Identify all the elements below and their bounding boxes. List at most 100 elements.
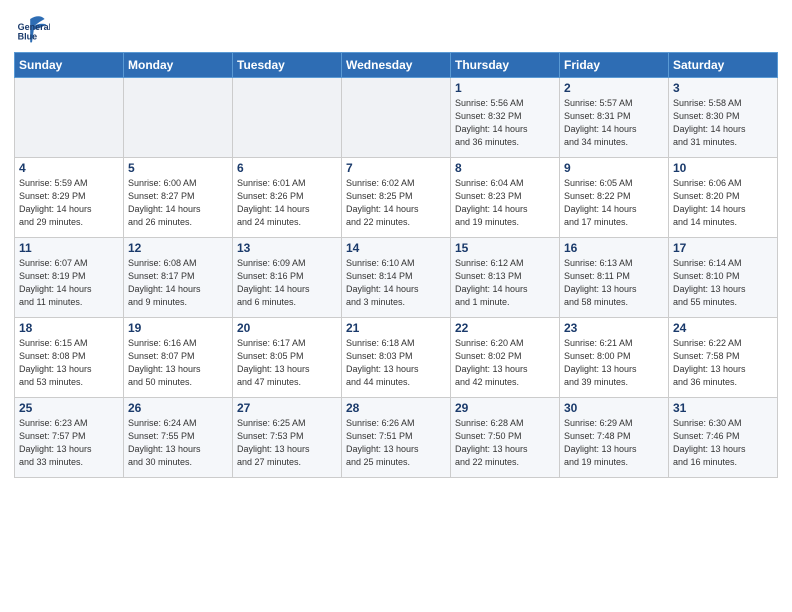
day-cell: 28 Sunrise: 6:26 AM Sunset: 7:51 PM Dayli… bbox=[342, 398, 451, 478]
day-number: 31 bbox=[673, 401, 773, 415]
day-number: 29 bbox=[455, 401, 555, 415]
logo-icon: General Blue bbox=[14, 10, 50, 46]
day-cell: 13Sunrise: 6:09 AM Sunset: 8:16 PM Dayli… bbox=[233, 238, 342, 318]
week-row-2: 4 Sunrise: 5:59 AM Sunset: 8:29 PM Daylig… bbox=[15, 158, 778, 238]
week-row-4: 18 Sunrise: 6:15 AM Sunset: 8:08 PM Dayli… bbox=[15, 318, 778, 398]
day-info: Sunrise: 6:14 AM Sunset: 8:10 PM Dayligh… bbox=[673, 257, 773, 309]
day-number: 30 bbox=[564, 401, 664, 415]
page-container: General Blue SundayMondayTuesdayWednesda… bbox=[0, 0, 792, 484]
day-number: 18 bbox=[19, 321, 119, 335]
day-info: Sunrise: 6:30 AM Sunset: 7:46 PM Dayligh… bbox=[673, 417, 773, 469]
day-info: Sunrise: 6:29 AM Sunset: 7:48 PM Dayligh… bbox=[564, 417, 664, 469]
day-cell: 9 Sunrise: 6:05 AM Sunset: 8:22 PM Daylig… bbox=[560, 158, 669, 238]
week-row-3: 11 Sunrise: 6:07 AM Sunset: 8:19 PM Dayli… bbox=[15, 238, 778, 318]
day-number: 4 bbox=[19, 161, 119, 175]
day-cell: 3Sunrise: 5:58 AM Sunset: 8:30 PM Daylig… bbox=[669, 78, 778, 158]
day-cell: 11 Sunrise: 6:07 AM Sunset: 8:19 PM Dayli… bbox=[15, 238, 124, 318]
page-header: General Blue bbox=[14, 10, 778, 46]
day-number: 20 bbox=[237, 321, 337, 335]
day-info: Sunrise: 5:59 AM Sunset: 8:29 PM Dayligh… bbox=[19, 177, 119, 229]
day-info: Sunrise: 6:18 AM Sunset: 8:03 PM Dayligh… bbox=[346, 337, 446, 389]
day-number: 2 bbox=[564, 81, 664, 95]
day-info: Sunrise: 6:20 AM Sunset: 8:02 PM Dayligh… bbox=[455, 337, 555, 389]
day-number: 17 bbox=[673, 241, 773, 255]
day-cell: 21 Sunrise: 6:18 AM Sunset: 8:03 PM Dayli… bbox=[342, 318, 451, 398]
day-cell: 27Sunrise: 6:25 AM Sunset: 7:53 PM Dayli… bbox=[233, 398, 342, 478]
day-cell: 8 Sunrise: 6:04 AM Sunset: 8:23 PM Daylig… bbox=[451, 158, 560, 238]
day-number: 10 bbox=[673, 161, 773, 175]
day-cell: 20 Sunrise: 6:17 AM Sunset: 8:05 PM Dayli… bbox=[233, 318, 342, 398]
day-cell: 17 Sunrise: 6:14 AM Sunset: 8:10 PM Dayli… bbox=[669, 238, 778, 318]
day-number: 15 bbox=[455, 241, 555, 255]
day-info: Sunrise: 6:12 AM Sunset: 8:13 PM Dayligh… bbox=[455, 257, 555, 309]
day-info: Sunrise: 6:24 AM Sunset: 7:55 PM Dayligh… bbox=[128, 417, 228, 469]
weekday-header-friday: Friday bbox=[560, 53, 669, 78]
day-number: 19 bbox=[128, 321, 228, 335]
day-info: Sunrise: 6:10 AM Sunset: 8:14 PM Dayligh… bbox=[346, 257, 446, 309]
day-number: 8 bbox=[455, 161, 555, 175]
day-info: Sunrise: 6:05 AM Sunset: 8:22 PM Dayligh… bbox=[564, 177, 664, 229]
day-cell: 14 Sunrise: 6:10 AM Sunset: 8:14 PM Dayli… bbox=[342, 238, 451, 318]
day-number: 3 bbox=[673, 81, 773, 95]
weekday-header-thursday: Thursday bbox=[451, 53, 560, 78]
day-cell: 31 Sunrise: 6:30 AM Sunset: 7:46 PM Dayli… bbox=[669, 398, 778, 478]
day-cell: 26 Sunrise: 6:24 AM Sunset: 7:55 PM Dayli… bbox=[124, 398, 233, 478]
day-cell: 24Sunrise: 6:22 AM Sunset: 7:58 PM Dayli… bbox=[669, 318, 778, 398]
day-cell: 10 Sunrise: 6:06 AM Sunset: 8:20 PM Dayli… bbox=[669, 158, 778, 238]
day-info: Sunrise: 6:17 AM Sunset: 8:05 PM Dayligh… bbox=[237, 337, 337, 389]
day-info: Sunrise: 6:15 AM Sunset: 8:08 PM Dayligh… bbox=[19, 337, 119, 389]
weekday-header-wednesday: Wednesday bbox=[342, 53, 451, 78]
day-number: 14 bbox=[346, 241, 446, 255]
day-cell: 18 Sunrise: 6:15 AM Sunset: 8:08 PM Dayli… bbox=[15, 318, 124, 398]
day-cell: 30 Sunrise: 6:29 AM Sunset: 7:48 PM Dayli… bbox=[560, 398, 669, 478]
day-info: Sunrise: 6:08 AM Sunset: 8:17 PM Dayligh… bbox=[128, 257, 228, 309]
day-info: Sunrise: 6:16 AM Sunset: 8:07 PM Dayligh… bbox=[128, 337, 228, 389]
day-info: Sunrise: 6:21 AM Sunset: 8:00 PM Dayligh… bbox=[564, 337, 664, 389]
day-info: Sunrise: 6:04 AM Sunset: 8:23 PM Dayligh… bbox=[455, 177, 555, 229]
day-number: 13 bbox=[237, 241, 337, 255]
day-info: Sunrise: 5:57 AM Sunset: 8:31 PM Dayligh… bbox=[564, 97, 664, 149]
day-number: 9 bbox=[564, 161, 664, 175]
day-info: Sunrise: 6:07 AM Sunset: 8:19 PM Dayligh… bbox=[19, 257, 119, 309]
weekday-header-sunday: Sunday bbox=[15, 53, 124, 78]
day-cell: 25Sunrise: 6:23 AM Sunset: 7:57 PM Dayli… bbox=[15, 398, 124, 478]
day-number: 7 bbox=[346, 161, 446, 175]
day-cell: 19 Sunrise: 6:16 AM Sunset: 8:07 PM Dayli… bbox=[124, 318, 233, 398]
day-number: 24 bbox=[673, 321, 773, 335]
day-number: 28 bbox=[346, 401, 446, 415]
day-info: Sunrise: 6:25 AM Sunset: 7:53 PM Dayligh… bbox=[237, 417, 337, 469]
day-number: 1 bbox=[455, 81, 555, 95]
calendar-table: SundayMondayTuesdayWednesdayThursdayFrid… bbox=[14, 52, 778, 478]
day-info: Sunrise: 6:06 AM Sunset: 8:20 PM Dayligh… bbox=[673, 177, 773, 229]
calendar-header: SundayMondayTuesdayWednesdayThursdayFrid… bbox=[15, 53, 778, 78]
day-info: Sunrise: 5:56 AM Sunset: 8:32 PM Dayligh… bbox=[455, 97, 555, 149]
svg-text:General: General bbox=[18, 22, 50, 32]
day-number: 23 bbox=[564, 321, 664, 335]
day-info: Sunrise: 6:00 AM Sunset: 8:27 PM Dayligh… bbox=[128, 177, 228, 229]
day-number: 26 bbox=[128, 401, 228, 415]
weekday-header-saturday: Saturday bbox=[669, 53, 778, 78]
day-cell: 5 Sunrise: 6:00 AM Sunset: 8:27 PM Daylig… bbox=[124, 158, 233, 238]
day-cell bbox=[15, 78, 124, 158]
day-info: Sunrise: 6:26 AM Sunset: 7:51 PM Dayligh… bbox=[346, 417, 446, 469]
day-number: 11 bbox=[19, 241, 119, 255]
weekday-header-monday: Monday bbox=[124, 53, 233, 78]
day-cell bbox=[124, 78, 233, 158]
day-number: 21 bbox=[346, 321, 446, 335]
day-info: Sunrise: 6:01 AM Sunset: 8:26 PM Dayligh… bbox=[237, 177, 337, 229]
day-cell: 7 Sunrise: 6:02 AM Sunset: 8:25 PM Daylig… bbox=[342, 158, 451, 238]
weekday-row: SundayMondayTuesdayWednesdayThursdayFrid… bbox=[15, 53, 778, 78]
week-row-5: 25Sunrise: 6:23 AM Sunset: 7:57 PM Dayli… bbox=[15, 398, 778, 478]
logo: General Blue bbox=[14, 10, 50, 46]
day-cell: 23 Sunrise: 6:21 AM Sunset: 8:00 PM Dayli… bbox=[560, 318, 669, 398]
weekday-header-tuesday: Tuesday bbox=[233, 53, 342, 78]
day-cell bbox=[233, 78, 342, 158]
day-number: 22 bbox=[455, 321, 555, 335]
day-number: 5 bbox=[128, 161, 228, 175]
day-info: Sunrise: 6:02 AM Sunset: 8:25 PM Dayligh… bbox=[346, 177, 446, 229]
day-cell: 1 Sunrise: 5:56 AM Sunset: 8:32 PM Daylig… bbox=[451, 78, 560, 158]
calendar-body: 1 Sunrise: 5:56 AM Sunset: 8:32 PM Daylig… bbox=[15, 78, 778, 478]
day-cell: 6Sunrise: 6:01 AM Sunset: 8:26 PM Daylig… bbox=[233, 158, 342, 238]
day-cell: 16Sunrise: 6:13 AM Sunset: 8:11 PM Dayli… bbox=[560, 238, 669, 318]
day-cell bbox=[342, 78, 451, 158]
